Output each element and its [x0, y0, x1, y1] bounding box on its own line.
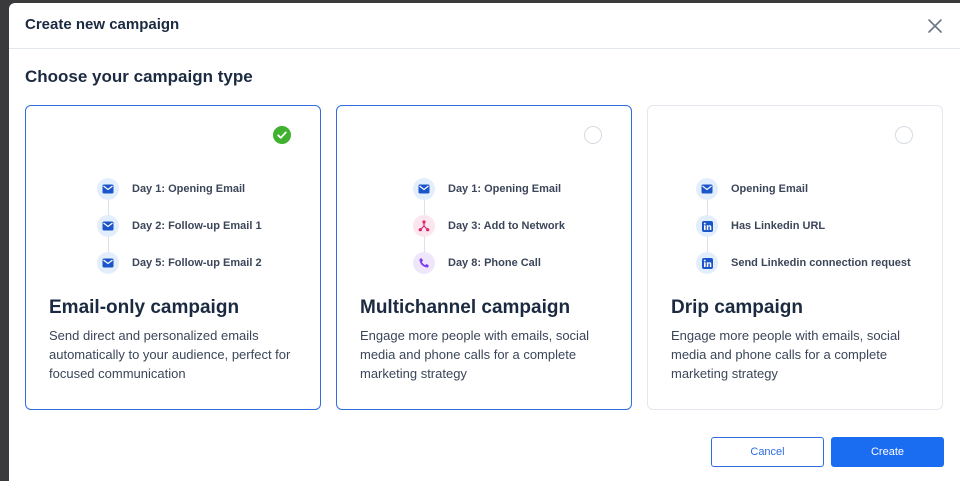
- card-title: Drip campaign: [671, 297, 803, 318]
- sequence-steps: Day 1: Opening Email Day 2: Follow-up Em…: [26, 174, 320, 274]
- create-button[interactable]: Create: [831, 437, 944, 467]
- sequence-step: Day 5: Follow-up Email 2: [97, 252, 262, 274]
- linkedin-icon: [696, 215, 718, 237]
- sequence-step: Day 1: Opening Email: [413, 178, 561, 200]
- mail-icon: [97, 215, 119, 237]
- sequence-step: Day 8: Phone Call: [413, 252, 541, 274]
- radio-button[interactable]: [895, 126, 913, 144]
- section-title: Choose your campaign type: [25, 67, 253, 86]
- mail-icon: [97, 178, 119, 200]
- card-title: Email-only campaign: [49, 297, 240, 318]
- close-icon[interactable]: [925, 16, 945, 36]
- mail-icon: [413, 178, 435, 200]
- linkedin-icon: [696, 252, 718, 274]
- mail-icon: [696, 178, 718, 200]
- sequence-step: Day 1: Opening Email: [97, 178, 245, 200]
- card-multichannel[interactable]: Day 1: Opening Email Day 3: Add to Netwo…: [336, 105, 632, 410]
- card-title: Multichannel campaign: [360, 297, 571, 318]
- cancel-button[interactable]: Cancel: [711, 437, 824, 467]
- card-email-only[interactable]: Day 1: Opening Email Day 2: Follow-up Em…: [25, 105, 321, 410]
- phone-icon: [413, 252, 435, 274]
- card-description: Engage more people with emails, social m…: [671, 328, 901, 381]
- mail-icon: [97, 252, 119, 274]
- network-icon: [413, 215, 435, 237]
- selected-check-icon[interactable]: [273, 126, 291, 144]
- card-drip[interactable]: Opening Email Has Linkedin URL Send Link…: [647, 105, 943, 410]
- sequence-step: Has Linkedin URL: [696, 215, 825, 237]
- sequence-step: Day 3: Add to Network: [413, 215, 565, 237]
- modal-header: Create new campaign: [9, 3, 960, 49]
- sequence-step: Opening Email: [696, 178, 808, 200]
- card-description: Send direct and personalized emails auto…: [49, 328, 291, 381]
- create-campaign-modal: Create new campaign Choose your campaign…: [9, 3, 960, 481]
- sequence-step: Day 2: Follow-up Email 1: [97, 215, 262, 237]
- card-description: Engage more people with emails, social m…: [360, 328, 590, 381]
- sequence-steps: Day 1: Opening Email Day 3: Add to Netwo…: [337, 174, 631, 274]
- sequence-steps: Opening Email Has Linkedin URL Send Link…: [648, 174, 942, 274]
- radio-button[interactable]: [584, 126, 602, 144]
- modal-title: Create new campaign: [25, 16, 180, 33]
- sequence-step: Send Linkedin connection request: [696, 252, 911, 274]
